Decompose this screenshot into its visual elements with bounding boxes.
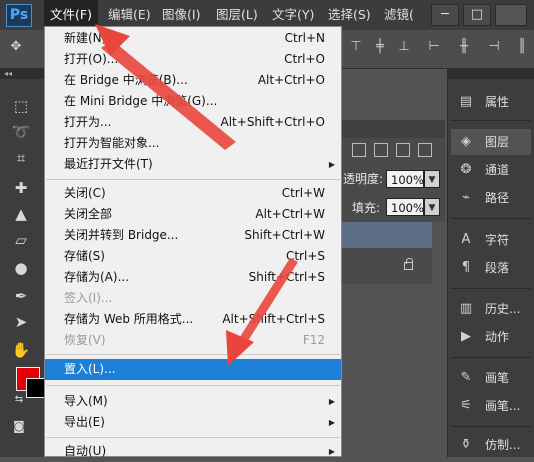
brush-presets-icon: ⚟: [460, 398, 472, 413]
brush-icon: ✎: [460, 370, 472, 385]
menu-item-close-go-bridge[interactable]: 关闭并转到 Bridge... Shift+Ctrl+W: [45, 225, 341, 246]
fill-label: 填充:: [352, 201, 381, 215]
path-select-icon[interactable]: ➤: [10, 312, 32, 332]
quick-mask-icon[interactable]: ◙: [8, 416, 30, 436]
panel-divider: [451, 120, 531, 121]
panel-paragraph[interactable]: ¶ 段落: [451, 255, 531, 281]
lock-image-icon[interactable]: [396, 143, 410, 157]
menu-item-save-as[interactable]: 存储为(A)... Shift+Ctrl+S: [45, 267, 341, 288]
filter-toggle-icon[interactable]: [418, 143, 432, 157]
blur-tool-icon[interactable]: ●: [10, 258, 32, 278]
menu-item-open-smart-object[interactable]: 打开为智能对象...: [45, 133, 341, 154]
move-tool-icon[interactable]: ✥: [8, 39, 24, 55]
layers-icon: ◈: [461, 134, 471, 149]
lasso-tool-icon[interactable]: ➰: [10, 122, 32, 142]
menu-item-close[interactable]: 关闭(C) Ctrl+W: [45, 183, 341, 204]
maximize-button[interactable]: □: [463, 4, 491, 26]
align-top-icon[interactable]: ⊤: [348, 39, 364, 55]
layer-row-selected[interactable]: [342, 222, 432, 248]
distribute-icon[interactable]: ║: [514, 39, 530, 55]
panel-brush[interactable]: ✎ 画笔: [451, 365, 531, 391]
menu-item-save-for-web[interactable]: 存储为 Web 所用格式... Alt+Shift+Ctrl+S: [45, 309, 341, 330]
lock-position-icon[interactable]: [374, 143, 388, 157]
swap-colors-icon[interactable]: ⇆: [8, 390, 30, 410]
stamp-tool-icon[interactable]: ▲: [10, 204, 32, 224]
menu-item-check-in: 签入(I)...: [64, 291, 113, 305]
menu-separator: [46, 179, 340, 180]
align-middle-icon[interactable]: ╪: [372, 39, 388, 55]
toolbox-collapse-bar[interactable]: ◂◂: [0, 69, 44, 79]
opacity-dropdown[interactable]: ▼: [424, 170, 440, 188]
menu-item-browse-bridge[interactable]: 在 Bridge 中浏览(B)... Alt+Ctrl+O: [45, 70, 341, 91]
lock-pixels-icon[interactable]: [352, 143, 366, 157]
healing-brush-icon[interactable]: ✚: [10, 178, 32, 198]
menu-item-automate[interactable]: 自动(U) ▶: [45, 441, 341, 462]
menu-separator: [46, 437, 340, 438]
panel-channels[interactable]: ❂ 通道: [451, 157, 531, 183]
align-bottom-icon[interactable]: ⊥: [396, 39, 412, 55]
panel-history[interactable]: ▥ 历史...: [451, 296, 531, 322]
panel-divider: [451, 357, 531, 358]
panel-actions[interactable]: ▶ 动作: [451, 324, 531, 350]
menu-filter[interactable]: 滤镜(: [384, 0, 414, 30]
layer-lock-icon: [404, 258, 413, 270]
panel-properties[interactable]: ▤ 属性: [451, 89, 531, 115]
paragraph-icon: ¶: [461, 260, 471, 275]
align-center-icon[interactable]: ╫: [456, 39, 472, 55]
close-button[interactable]: [495, 4, 527, 26]
actions-icon: ▶: [461, 329, 471, 344]
menu-item-export[interactable]: 导出(E) ▶: [45, 412, 341, 433]
hand-tool-icon[interactable]: ✋: [10, 340, 32, 360]
fill-field[interactable]: 100%: [386, 198, 424, 216]
panel-clone-source[interactable]: ⚱ 仿制...: [451, 432, 531, 458]
menu-separator: [46, 354, 340, 355]
panel-divider: [451, 288, 531, 289]
clone-source-icon: ⚱: [460, 437, 472, 452]
panel-character[interactable]: A 字符: [451, 227, 531, 253]
menu-separator: [46, 385, 340, 386]
menu-item-place[interactable]: 置入(L)...: [45, 359, 341, 380]
fill-dropdown[interactable]: ▼: [424, 198, 440, 216]
menu-item-save[interactable]: 存储(S) Ctrl+S: [45, 246, 341, 267]
history-icon: ▥: [459, 301, 473, 316]
panel-paths[interactable]: ⌁ 路径: [451, 185, 531, 211]
menu-item-open[interactable]: 打开(O)... Ctrl+O: [45, 49, 341, 70]
layers-panel-tabbar: [342, 120, 445, 139]
minimize-button[interactable]: ─: [431, 4, 459, 26]
crop-tool-icon[interactable]: ⌗: [10, 148, 32, 168]
panel-divider: [451, 426, 531, 427]
character-icon: A: [461, 232, 471, 247]
opacity-field[interactable]: 100%: [386, 170, 424, 188]
opacity-label: 透明度:: [343, 172, 384, 186]
align-right-icon[interactable]: ⊣: [486, 39, 502, 55]
menu-item-revert: 恢复(V) F12: [64, 333, 325, 347]
menu-item-open-as[interactable]: 打开为... Alt+Shift+Ctrl+O: [45, 112, 341, 133]
submenu-arrow-icon: ▶: [328, 447, 335, 456]
menu-item-import[interactable]: 导入(M) ▶: [45, 391, 341, 412]
menu-item-close-all[interactable]: 关闭全部 Alt+Ctrl+W: [45, 204, 341, 225]
align-left-icon[interactable]: ⊢: [426, 39, 442, 55]
properties-icon: ▤: [459, 94, 473, 109]
panel-layers[interactable]: ◈ 图层: [451, 129, 531, 155]
submenu-arrow-icon: ▶: [328, 397, 335, 406]
menu-item-browse-mini-bridge[interactable]: 在 Mini Bridge 中浏览(G)...: [45, 91, 341, 112]
menu-item-recent-files[interactable]: 最近打开文件(T) ▶: [45, 154, 341, 175]
photoshop-logo: Ps: [6, 4, 32, 27]
marquee-tool-icon[interactable]: ⬚: [10, 96, 32, 116]
paths-icon: ⌁: [462, 190, 470, 205]
layer-row[interactable]: [342, 248, 432, 284]
eraser-tool-icon[interactable]: ▱: [10, 230, 32, 250]
submenu-arrow-icon: ▶: [328, 418, 335, 427]
panel-divider: [451, 218, 531, 219]
channels-icon: ❂: [460, 162, 472, 177]
pen-tool-icon[interactable]: ✒: [10, 286, 32, 306]
menu-item-new[interactable]: 新建(N)... Ctrl+N: [45, 28, 341, 49]
submenu-arrow-icon: ▶: [328, 160, 335, 169]
panel-brush-presets[interactable]: ⚟ 画笔...: [451, 393, 531, 419]
dock-collapse-bar[interactable]: [447, 69, 534, 79]
